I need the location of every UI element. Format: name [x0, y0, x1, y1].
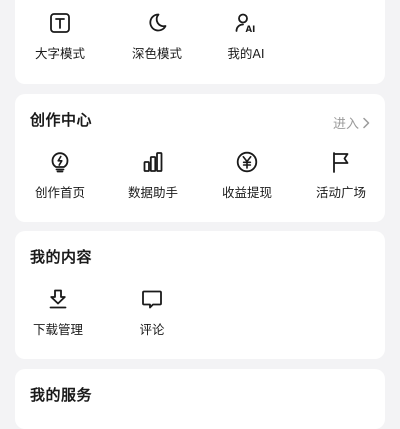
chevron-right-icon	[363, 117, 370, 128]
lightning-bulb-icon	[51, 152, 69, 173]
data-assistant-button[interactable]: 数据助手	[113, 150, 193, 201]
activity-plaza-label: 活动广场	[315, 185, 366, 200]
bar-chart-icon	[143, 152, 163, 172]
my-services-title: 我的服务	[30, 386, 93, 404]
activity-plaza-button[interactable]: 活动广场	[301, 150, 381, 201]
creation-center-title: 创作中心	[30, 111, 93, 129]
large-text-icon	[50, 13, 70, 33]
creation-center-card: 创作中心 进入 创作首页 数据助手 收益提现 活动广场	[15, 94, 385, 222]
my-services-card: 我的服务	[15, 369, 385, 429]
comment-icon	[142, 290, 162, 309]
dark-mode-label: 深色模式	[131, 46, 182, 61]
large-text-mode-button[interactable]: 大字模式	[20, 11, 100, 62]
my-ai-button[interactable]: AI 我的AI	[206, 11, 286, 62]
data-assistant-label: 数据助手	[127, 185, 178, 200]
earnings-withdraw-label: 收益提现	[221, 185, 272, 200]
display-settings-card: 大字模式 深色模式 AI 我的AI	[15, 0, 385, 84]
creation-home-button[interactable]: 创作首页	[20, 150, 100, 201]
enter-label: 进入	[332, 117, 359, 132]
my-content-title: 我的内容	[30, 248, 93, 266]
my-content-card: 我的内容 下载管理 评论	[15, 231, 385, 359]
user-ai-icon: AI	[235, 13, 256, 35]
creation-home-label: 创作首页	[34, 185, 85, 200]
moon-icon	[149, 13, 167, 32]
download-icon	[49, 289, 67, 309]
download-manager-label: 下载管理	[32, 322, 83, 337]
comments-label: 评论	[139, 322, 165, 337]
earnings-withdraw-button[interactable]: 收益提现	[207, 150, 287, 201]
flag-icon	[333, 152, 349, 173]
my-ai-label: 我的AI	[227, 46, 265, 61]
comments-button[interactable]: 评论	[112, 287, 192, 338]
yuan-icon	[236, 151, 258, 173]
creation-center-enter-link[interactable]: 进入	[333, 113, 370, 132]
dark-mode-button[interactable]: 深色模式	[117, 11, 197, 62]
download-manager-button[interactable]: 下载管理	[18, 287, 98, 338]
large-text-mode-label: 大字模式	[34, 46, 85, 61]
svg-text:AI: AI	[246, 25, 256, 35]
